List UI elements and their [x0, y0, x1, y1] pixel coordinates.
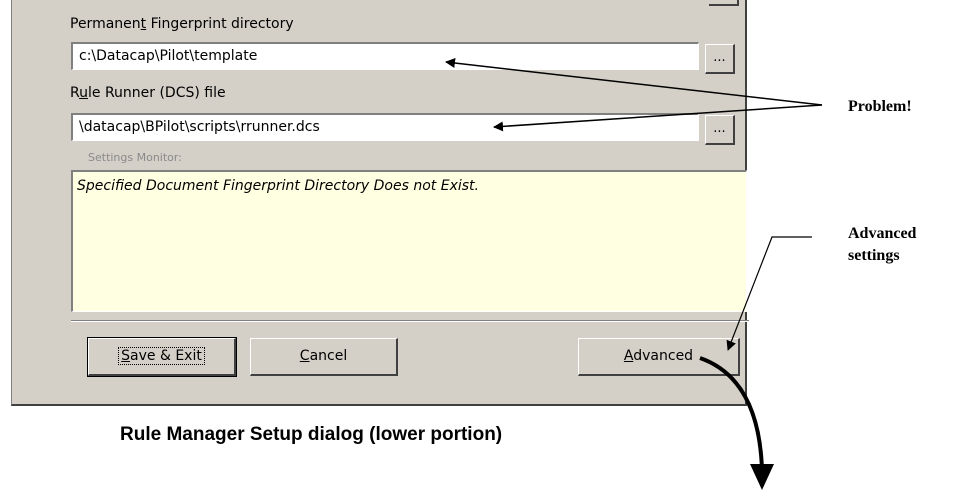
annotation-arrows: [445, 58, 823, 490]
problem-arrow-2: [493, 104, 823, 132]
advanced-arrow: [726, 236, 812, 351]
problem-arrow-1: [445, 58, 823, 106]
down-curve-arrowhead: [750, 464, 774, 490]
down-curve-arrow: [699, 356, 764, 471]
